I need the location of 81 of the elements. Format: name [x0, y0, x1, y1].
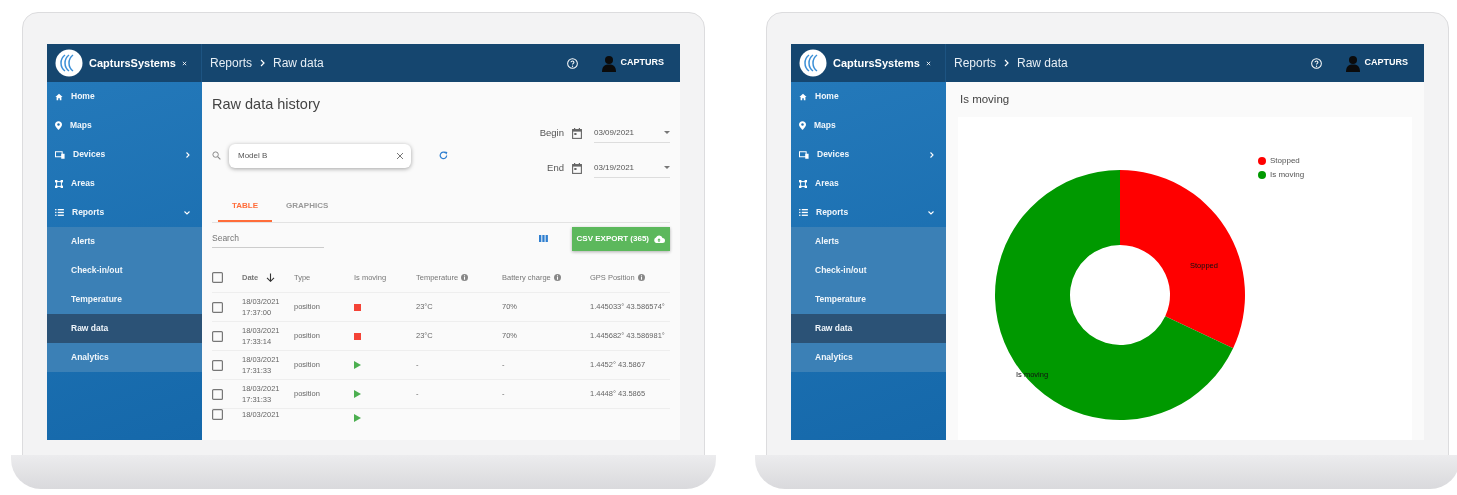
checkbox-icon[interactable] [212, 388, 223, 400]
sidebar-subitem[interactable]: Alerts [47, 227, 202, 256]
info-icon [553, 273, 561, 281]
brand-name: CaptursSystems [833, 55, 920, 71]
date-select[interactable]: 03/19/2021 [594, 158, 670, 178]
sidebar-item[interactable]: Devices [791, 140, 946, 169]
sidebar-item[interactable]: Home [47, 82, 202, 111]
chevron-down-icon [184, 210, 190, 215]
table-search-field[interactable]: Search [212, 229, 324, 248]
devices-icon [799, 150, 809, 159]
chevron-down-icon [928, 210, 934, 215]
chevron-right-icon [260, 59, 266, 67]
breadcrumb-current: Raw data [1017, 55, 1068, 72]
sidebar-subitem[interactable]: Alerts [791, 227, 946, 256]
legend-label[interactable]: Is moving [1270, 169, 1305, 182]
search-icon [212, 151, 221, 161]
sidebar-item[interactable]: Areas [791, 169, 946, 198]
help-icon[interactable] [567, 57, 579, 69]
legend-label[interactable]: Stopped [1270, 155, 1300, 168]
sidebar-item[interactable]: Home [791, 82, 946, 111]
info-icon [461, 273, 469, 281]
sidebar-item[interactable]: Devices [47, 140, 202, 169]
user-name[interactable]: CAPTURS [620, 56, 664, 70]
chevron-right-icon [930, 151, 934, 158]
chevron-right-icon [1004, 59, 1010, 67]
sidebar-item[interactable]: Reports [791, 198, 946, 227]
date-label: Begin [538, 126, 564, 141]
sidebar-item[interactable]: Reports [47, 198, 202, 227]
map-pin-icon [55, 121, 62, 130]
logo-icon [55, 49, 83, 77]
sort-arrow-down-icon[interactable] [266, 272, 276, 282]
calendar-icon[interactable] [572, 162, 582, 174]
breadcrumb-link[interactable]: Reports [210, 54, 253, 72]
sidebar-item[interactable]: Maps [791, 111, 946, 140]
info-icon [637, 273, 645, 281]
checkbox-icon[interactable] [212, 359, 223, 371]
refresh-icon[interactable] [439, 151, 448, 161]
checkbox-icon[interactable] [212, 272, 223, 283]
sidebar-subitem[interactable]: Raw data [791, 314, 946, 343]
list-icon [799, 209, 808, 216]
date-label: End [546, 161, 564, 176]
close-icon[interactable] [181, 60, 187, 66]
sidebar-item[interactable]: Maps [47, 111, 202, 140]
sidebar-subitem[interactable]: Analytics [47, 343, 202, 372]
home-icon [55, 92, 63, 101]
breadcrumb-link[interactable]: Reports [954, 54, 997, 72]
cloud-upload-icon [653, 234, 665, 243]
tab[interactable]: GRAPHICS [272, 199, 343, 222]
area-icon [799, 179, 807, 188]
logo-icon [799, 49, 827, 77]
map-pin-icon [799, 121, 806, 130]
sidebar-item[interactable]: Areas [47, 169, 202, 198]
date-select[interactable]: 03/09/2021 [594, 123, 670, 143]
columns-icon[interactable] [538, 235, 548, 243]
checkbox-icon[interactable] [212, 409, 223, 421]
csv-export-button[interactable]: CSV EXPORT (365) [571, 226, 670, 251]
checkbox-icon[interactable] [212, 301, 223, 313]
tab[interactable]: TABLE [218, 199, 273, 222]
user-name[interactable]: CAPTURS [1364, 56, 1408, 70]
home-icon [799, 92, 807, 101]
checkbox-icon[interactable] [212, 330, 223, 342]
help-icon[interactable] [1311, 57, 1323, 69]
devices-icon [55, 150, 65, 159]
sidebar-subitem[interactable]: Raw data [47, 314, 202, 343]
sidebar-subitem[interactable]: Check-in/out [47, 256, 202, 285]
sidebar-subitem[interactable]: Temperature [47, 285, 202, 314]
area-icon [55, 179, 63, 188]
sidebar-subitem[interactable]: Analytics [791, 343, 946, 372]
filter-field[interactable]: Model B [229, 143, 411, 168]
caret-icon [664, 166, 670, 170]
brand-name: CaptursSystems [89, 55, 176, 71]
list-icon [55, 209, 64, 216]
close-icon[interactable] [925, 60, 931, 66]
sidebar-subitem[interactable]: Check-in/out [791, 256, 946, 285]
breadcrumb-current: Raw data [273, 55, 324, 72]
caret-icon [664, 131, 670, 135]
sidebar-subitem[interactable]: Temperature [791, 285, 946, 314]
page-title: Raw data history [212, 95, 321, 114]
clear-icon[interactable] [396, 151, 404, 160]
calendar-icon[interactable] [572, 127, 582, 139]
chevron-right-icon [186, 151, 190, 158]
